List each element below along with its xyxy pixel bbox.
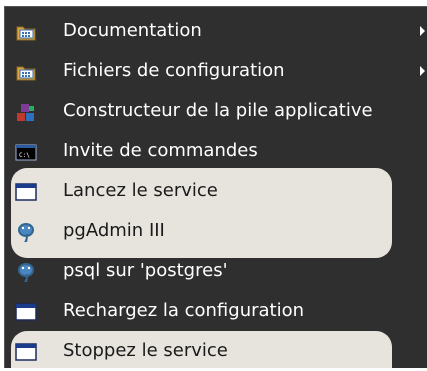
menu-item-label: pgAdmin III xyxy=(63,220,165,241)
menu-item-psql[interactable]: psql sur 'postgres' xyxy=(5,251,427,291)
menu-item-fichiers-de-configuration[interactable]: Fichiers de configuration xyxy=(5,51,427,91)
svg-text:C:\: C:\ xyxy=(19,152,30,159)
menu-item-pgadmin[interactable]: pgAdmin III xyxy=(5,211,427,251)
menu-item-start-service[interactable]: Lancez le service xyxy=(5,171,427,211)
menu-item-stack-builder[interactable]: Constructeur de la pile applicative xyxy=(5,91,427,131)
menu-item-label: Stoppez le service xyxy=(63,340,228,361)
start-menu-submenu: Documentation Fichiers de configuration … xyxy=(4,6,427,368)
menu-item-documentation[interactable]: Documentation xyxy=(5,11,427,51)
command-prompt-icon: C:\ xyxy=(15,141,37,163)
stack-builder-icon xyxy=(15,101,37,123)
window-icon xyxy=(15,181,37,203)
window-icon xyxy=(15,341,37,363)
menu-item-label: Fichiers de configuration xyxy=(63,60,285,81)
folder-icon xyxy=(15,21,37,43)
postgres-elephant-icon xyxy=(15,221,37,243)
postgres-elephant-icon xyxy=(15,261,37,283)
window-icon xyxy=(15,301,37,323)
menu-item-label: Constructeur de la pile applicative xyxy=(63,100,373,121)
menu-item-label: Documentation xyxy=(63,20,202,41)
submenu-arrow-icon xyxy=(420,66,425,76)
submenu-arrow-icon xyxy=(420,26,425,36)
menu-item-label: Rechargez la configuration xyxy=(63,300,305,321)
menu-item-stop-service[interactable]: Stoppez le service xyxy=(5,331,427,371)
menu-item-label: Lancez le service xyxy=(63,180,218,201)
menu-item-reload-config[interactable]: Rechargez la configuration xyxy=(5,291,427,331)
menu-item-label: psql sur 'postgres' xyxy=(63,260,228,281)
menu-item-command-prompt[interactable]: C:\ Invite de commandes xyxy=(5,131,427,171)
folder-icon xyxy=(15,61,37,83)
menu-item-label: Invite de commandes xyxy=(63,140,258,161)
